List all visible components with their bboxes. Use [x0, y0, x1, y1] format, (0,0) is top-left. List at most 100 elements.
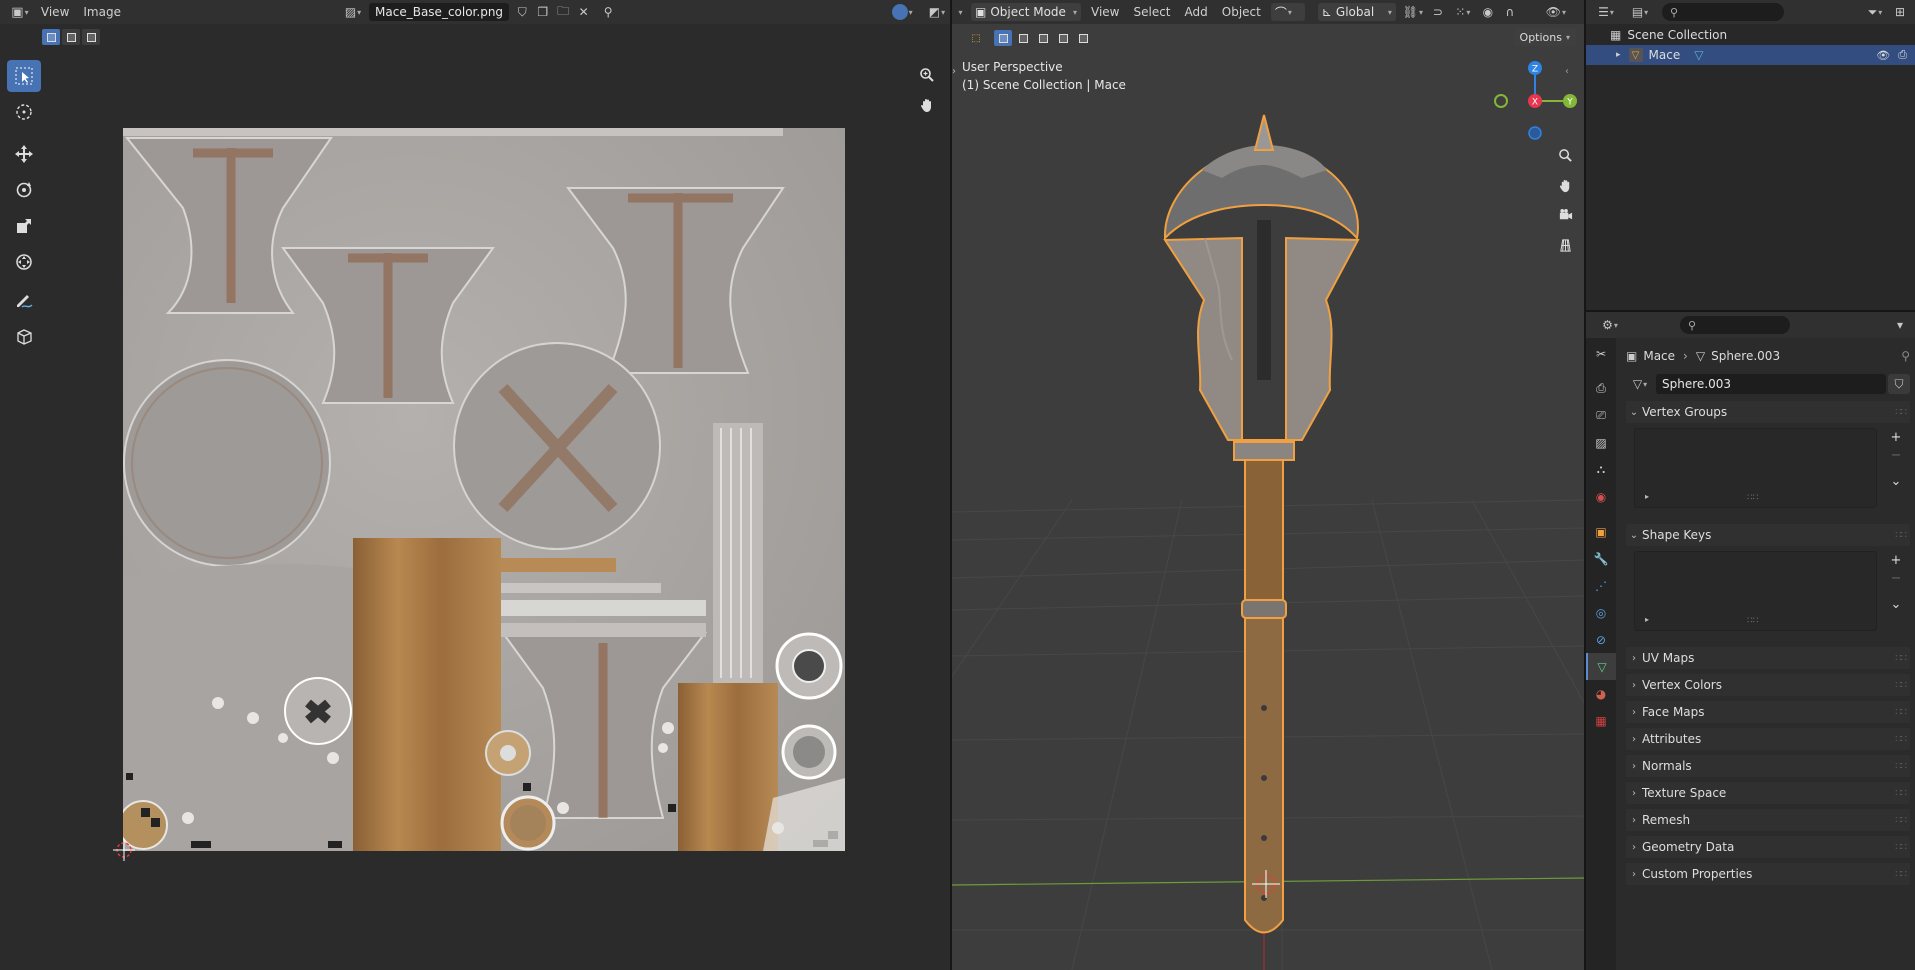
options-dropdown[interactable]: Options ▾: [1513, 28, 1576, 46]
drag-handle-icon[interactable]: ∷∷: [1895, 788, 1907, 799]
fake-user-shield-icon[interactable]: ⛉: [1888, 374, 1910, 394]
panel-custom-properties[interactable]: › Custom Properties ∷∷: [1626, 863, 1910, 885]
transform-orientation-dropdown[interactable]: ⊾ Global ▾: [1317, 3, 1396, 21]
drag-handle-icon[interactable]: ∷∷: [1895, 707, 1907, 718]
outliner-search-input[interactable]: ⚲: [1662, 3, 1784, 21]
falloff-curve-icon[interactable]: ∩: [1499, 2, 1521, 22]
select-mode-subtract-icon[interactable]: [1034, 30, 1052, 46]
vp-menu-add[interactable]: Add: [1178, 5, 1215, 19]
chevron-down-icon[interactable]: ▾: [1889, 315, 1911, 335]
proportional-edit-icon[interactable]: ◉: [1477, 2, 1499, 22]
panel-geometry-data[interactable]: › Geometry Data ∷∷: [1626, 836, 1910, 858]
pivot-point-dropdown[interactable]: ⛓ ▾: [1399, 2, 1427, 22]
active-tool-icon[interactable]: ⬚: [966, 29, 986, 47]
add-vertex-group-button[interactable]: +: [1886, 428, 1906, 446]
select-box-tool[interactable]: [7, 60, 41, 92]
panel-normals[interactable]: › Normals ∷∷: [1626, 755, 1910, 777]
sample-tool[interactable]: [7, 320, 41, 352]
snap-target-dropdown[interactable]: ⁙ ▾: [1449, 2, 1477, 22]
new-collection-icon[interactable]: ⊞: [1889, 2, 1911, 22]
select-mode-new-icon[interactable]: [42, 29, 60, 45]
annotate-tool[interactable]: [7, 284, 41, 316]
transform-tool[interactable]: [7, 246, 41, 278]
vp-menu-object[interactable]: Object: [1215, 5, 1268, 19]
select-mode-intersect-icon[interactable]: [1074, 30, 1092, 46]
eye-icon[interactable]: 👁: [1876, 49, 1890, 62]
vp-menu-select[interactable]: Select: [1126, 5, 1177, 19]
panel-vertex-colors[interactable]: › Vertex Colors ∷∷: [1626, 674, 1910, 696]
drag-handle-icon[interactable]: ∷∷: [1895, 680, 1907, 691]
panel-texture-space[interactable]: › Texture Space ∷∷: [1626, 782, 1910, 804]
resize-grip-icon[interactable]: ∷∷: [1747, 493, 1758, 503]
panel-shape-keys[interactable]: ⌄ Shape Keys ∷∷: [1626, 524, 1910, 546]
drag-handle-icon[interactable]: ∷∷: [1895, 842, 1907, 853]
texture-tab-icon[interactable]: ▦: [1586, 707, 1616, 734]
zoom-icon[interactable]: [1552, 140, 1578, 170]
cursor-tool[interactable]: [7, 96, 41, 128]
drag-handle-icon[interactable]: ∷∷: [1895, 815, 1907, 826]
view-layer-tab-icon[interactable]: ▨: [1586, 429, 1616, 456]
pin-icon[interactable]: ⚲: [1901, 349, 1910, 363]
properties-search-input[interactable]: ⚲: [1680, 316, 1790, 334]
outliner-editor-type[interactable]: ☰ ▾: [1592, 2, 1620, 22]
panel-uv-maps[interactable]: › UV Maps ∷∷: [1626, 647, 1910, 669]
zoom-icon[interactable]: [914, 62, 940, 88]
vertex-group-specials-button[interactable]: ⌄: [1886, 472, 1906, 490]
camera-icon[interactable]: [1552, 200, 1578, 230]
vertex-groups-list[interactable]: ▸ ∷∷: [1634, 428, 1877, 508]
resize-grip-icon[interactable]: ∷∷: [1747, 616, 1758, 626]
outliner-row-scene-collection[interactable]: ▦ Scene Collection: [1586, 25, 1915, 45]
scene-tab-icon[interactable]: ⛬: [1586, 456, 1616, 483]
mesh-browse-button[interactable]: ▽ ▾: [1626, 374, 1654, 394]
panel-vertex-groups[interactable]: ⌄ Vertex Groups ∷∷: [1626, 401, 1910, 423]
panel-attributes[interactable]: › Attributes ∷∷: [1626, 728, 1910, 750]
shape-key-specials-button[interactable]: ⌄: [1886, 595, 1906, 613]
duplicate-image-icon[interactable]: ❐: [533, 2, 553, 22]
drag-handle-icon[interactable]: ∷∷: [1895, 407, 1907, 418]
object-mode-dropdown[interactable]: ▣ Object Mode ▾: [971, 3, 1081, 21]
drag-handle-icon[interactable]: ∷∷: [1895, 734, 1907, 745]
shading-extra-dropdown[interactable]: ⌒ ▾: [1270, 3, 1305, 21]
display-channels-button[interactable]: ◩ ▾: [924, 2, 950, 22]
object-tab-icon[interactable]: ▣: [1586, 518, 1616, 545]
select-mode-new-icon[interactable]: [994, 30, 1012, 46]
filter-dropdown[interactable]: ⏷ ▾: [1861, 2, 1889, 22]
expand-arrow-icon[interactable]: ▸: [1645, 615, 1649, 624]
select-mode-extend-icon[interactable]: [1014, 30, 1032, 46]
world-tab-icon[interactable]: ◉: [1586, 483, 1616, 510]
mesh-name-field[interactable]: Sphere.003: [1656, 374, 1886, 394]
drag-handle-icon[interactable]: ∷∷: [1895, 653, 1907, 664]
drag-handle-icon[interactable]: ∷∷: [1895, 530, 1907, 541]
output-tab-icon[interactable]: ⎚: [1586, 402, 1616, 429]
expand-arrow-icon[interactable]: ▸: [1645, 492, 1649, 501]
render-tab-icon[interactable]: ⎙: [1586, 375, 1616, 402]
properties-editor-type[interactable]: ⚙ ▾: [1596, 315, 1624, 335]
pin-icon[interactable]: ⚲: [598, 2, 618, 22]
open-image-icon[interactable]: 🗀: [553, 2, 573, 22]
move-tool[interactable]: [7, 138, 41, 170]
camera-icon[interactable]: ⎙: [1898, 48, 1907, 62]
particles-tab-icon[interactable]: ⋰: [1586, 572, 1616, 599]
gizmo-toggle-button[interactable]: ▾: [886, 2, 918, 22]
physics-tab-icon[interactable]: ◎: [1586, 599, 1616, 626]
remove-shape-key-button[interactable]: −: [1886, 569, 1906, 587]
constraints-tab-icon[interactable]: ⊘: [1586, 626, 1616, 653]
material-tab-icon[interactable]: ◕: [1586, 680, 1616, 707]
sidebar-toggle-icon[interactable]: ‹›: [952, 66, 956, 77]
display-mode-dropdown[interactable]: ▤ ▾: [1626, 2, 1654, 22]
uv-2d-cursor-icon[interactable]: [112, 838, 136, 862]
outliner-row-mace[interactable]: ▸ ▽ Mace ▽ 👁 ⎙: [1586, 45, 1915, 65]
image-browse-button[interactable]: ▨ ▾: [340, 2, 366, 22]
panel-face-maps[interactable]: › Face Maps ∷∷: [1626, 701, 1910, 723]
menu-view[interactable]: View: [34, 5, 76, 19]
scale-tool[interactable]: [7, 210, 41, 242]
image-name-field[interactable]: Mace_Base_color.png: [369, 3, 510, 21]
panel-remesh[interactable]: › Remesh ∷∷: [1626, 809, 1910, 831]
pan-hand-icon[interactable]: [914, 92, 940, 118]
select-mode-subtract-icon[interactable]: [82, 29, 100, 45]
snap-toggle-icon[interactable]: ⊃: [1427, 2, 1449, 22]
unlink-image-icon[interactable]: ✕: [573, 2, 593, 22]
modifier-tab-icon[interactable]: 🔧: [1586, 545, 1616, 572]
add-shape-key-button[interactable]: +: [1886, 551, 1906, 569]
expand-arrow-icon[interactable]: ▸: [1616, 50, 1621, 60]
